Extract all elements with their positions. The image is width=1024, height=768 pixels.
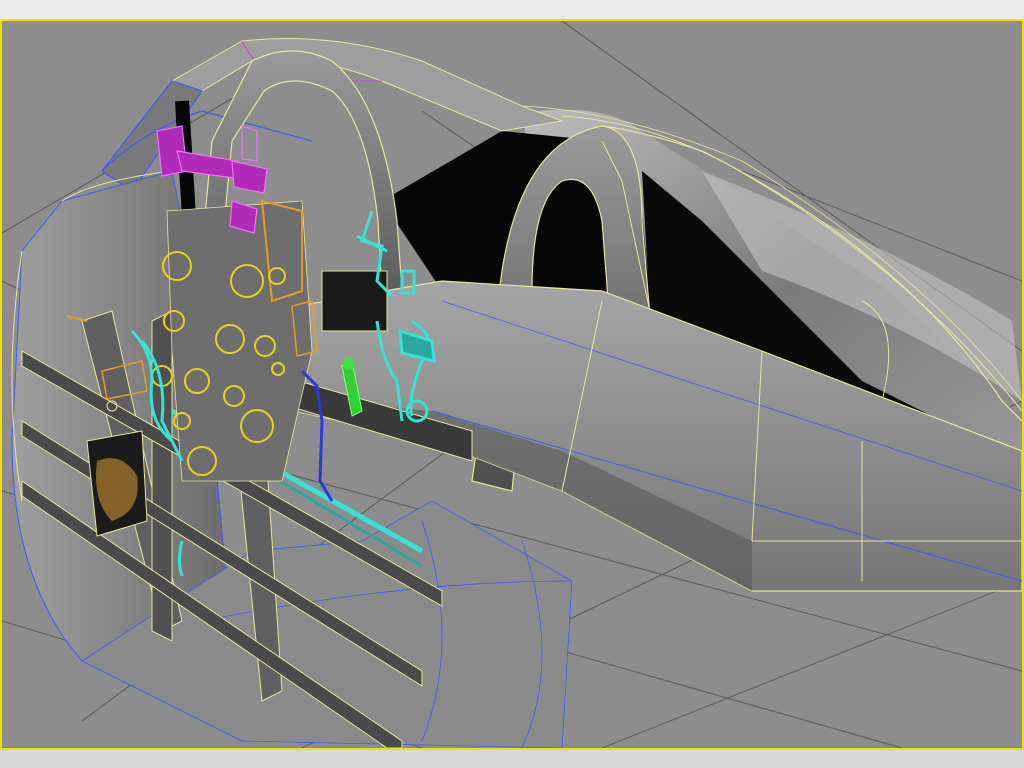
viewport-scene[interactable] — [2, 21, 1022, 748]
status-strip — [0, 750, 1024, 768]
3d-app-window — [0, 0, 1024, 768]
perspective-viewport[interactable] — [0, 19, 1024, 750]
